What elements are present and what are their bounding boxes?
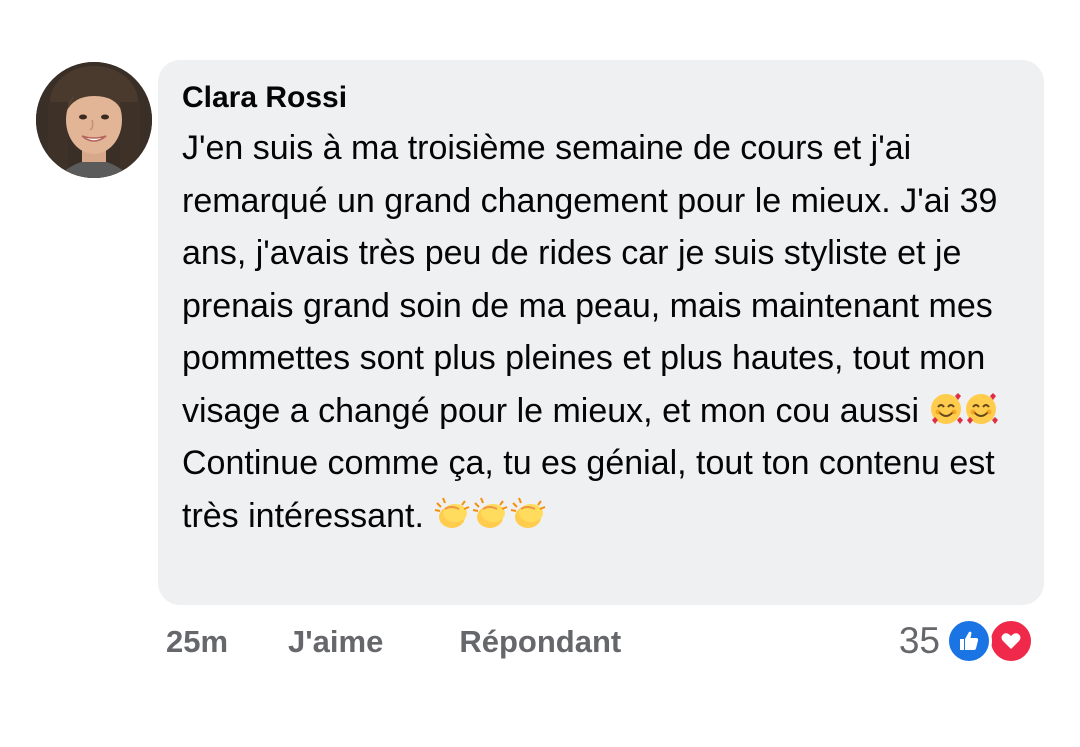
clapping-hands-icon bbox=[433, 495, 547, 533]
like-reaction-icon bbox=[946, 618, 992, 664]
reaction-count: 35 bbox=[898, 620, 940, 661]
like-button[interactable]: J'aime bbox=[288, 624, 383, 660]
comment-bubble: Clara Rossi J'en suis à ma troisième sem… bbox=[158, 60, 1044, 605]
comment-paragraph-1: J'en suis à ma troisième semaine de cour… bbox=[182, 129, 998, 430]
avatar[interactable] bbox=[36, 62, 152, 178]
love-reaction-icon bbox=[988, 618, 1034, 664]
comment-timestamp[interactable]: 25m bbox=[166, 624, 228, 660]
comment-actions: 25m J'aime Répondant bbox=[166, 620, 621, 664]
comment-paragraph-2: Continue comme ça, tu es génial, tout to… bbox=[182, 444, 995, 535]
comment-text: J'en suis à ma troisième semaine de cour… bbox=[182, 122, 1020, 542]
smiling-face-with-hearts-icon bbox=[929, 390, 999, 428]
comment-author[interactable]: Clara Rossi bbox=[182, 80, 1020, 116]
reactions-summary[interactable]: 35 bbox=[899, 616, 1034, 666]
reply-button[interactable]: Répondant bbox=[459, 624, 621, 660]
